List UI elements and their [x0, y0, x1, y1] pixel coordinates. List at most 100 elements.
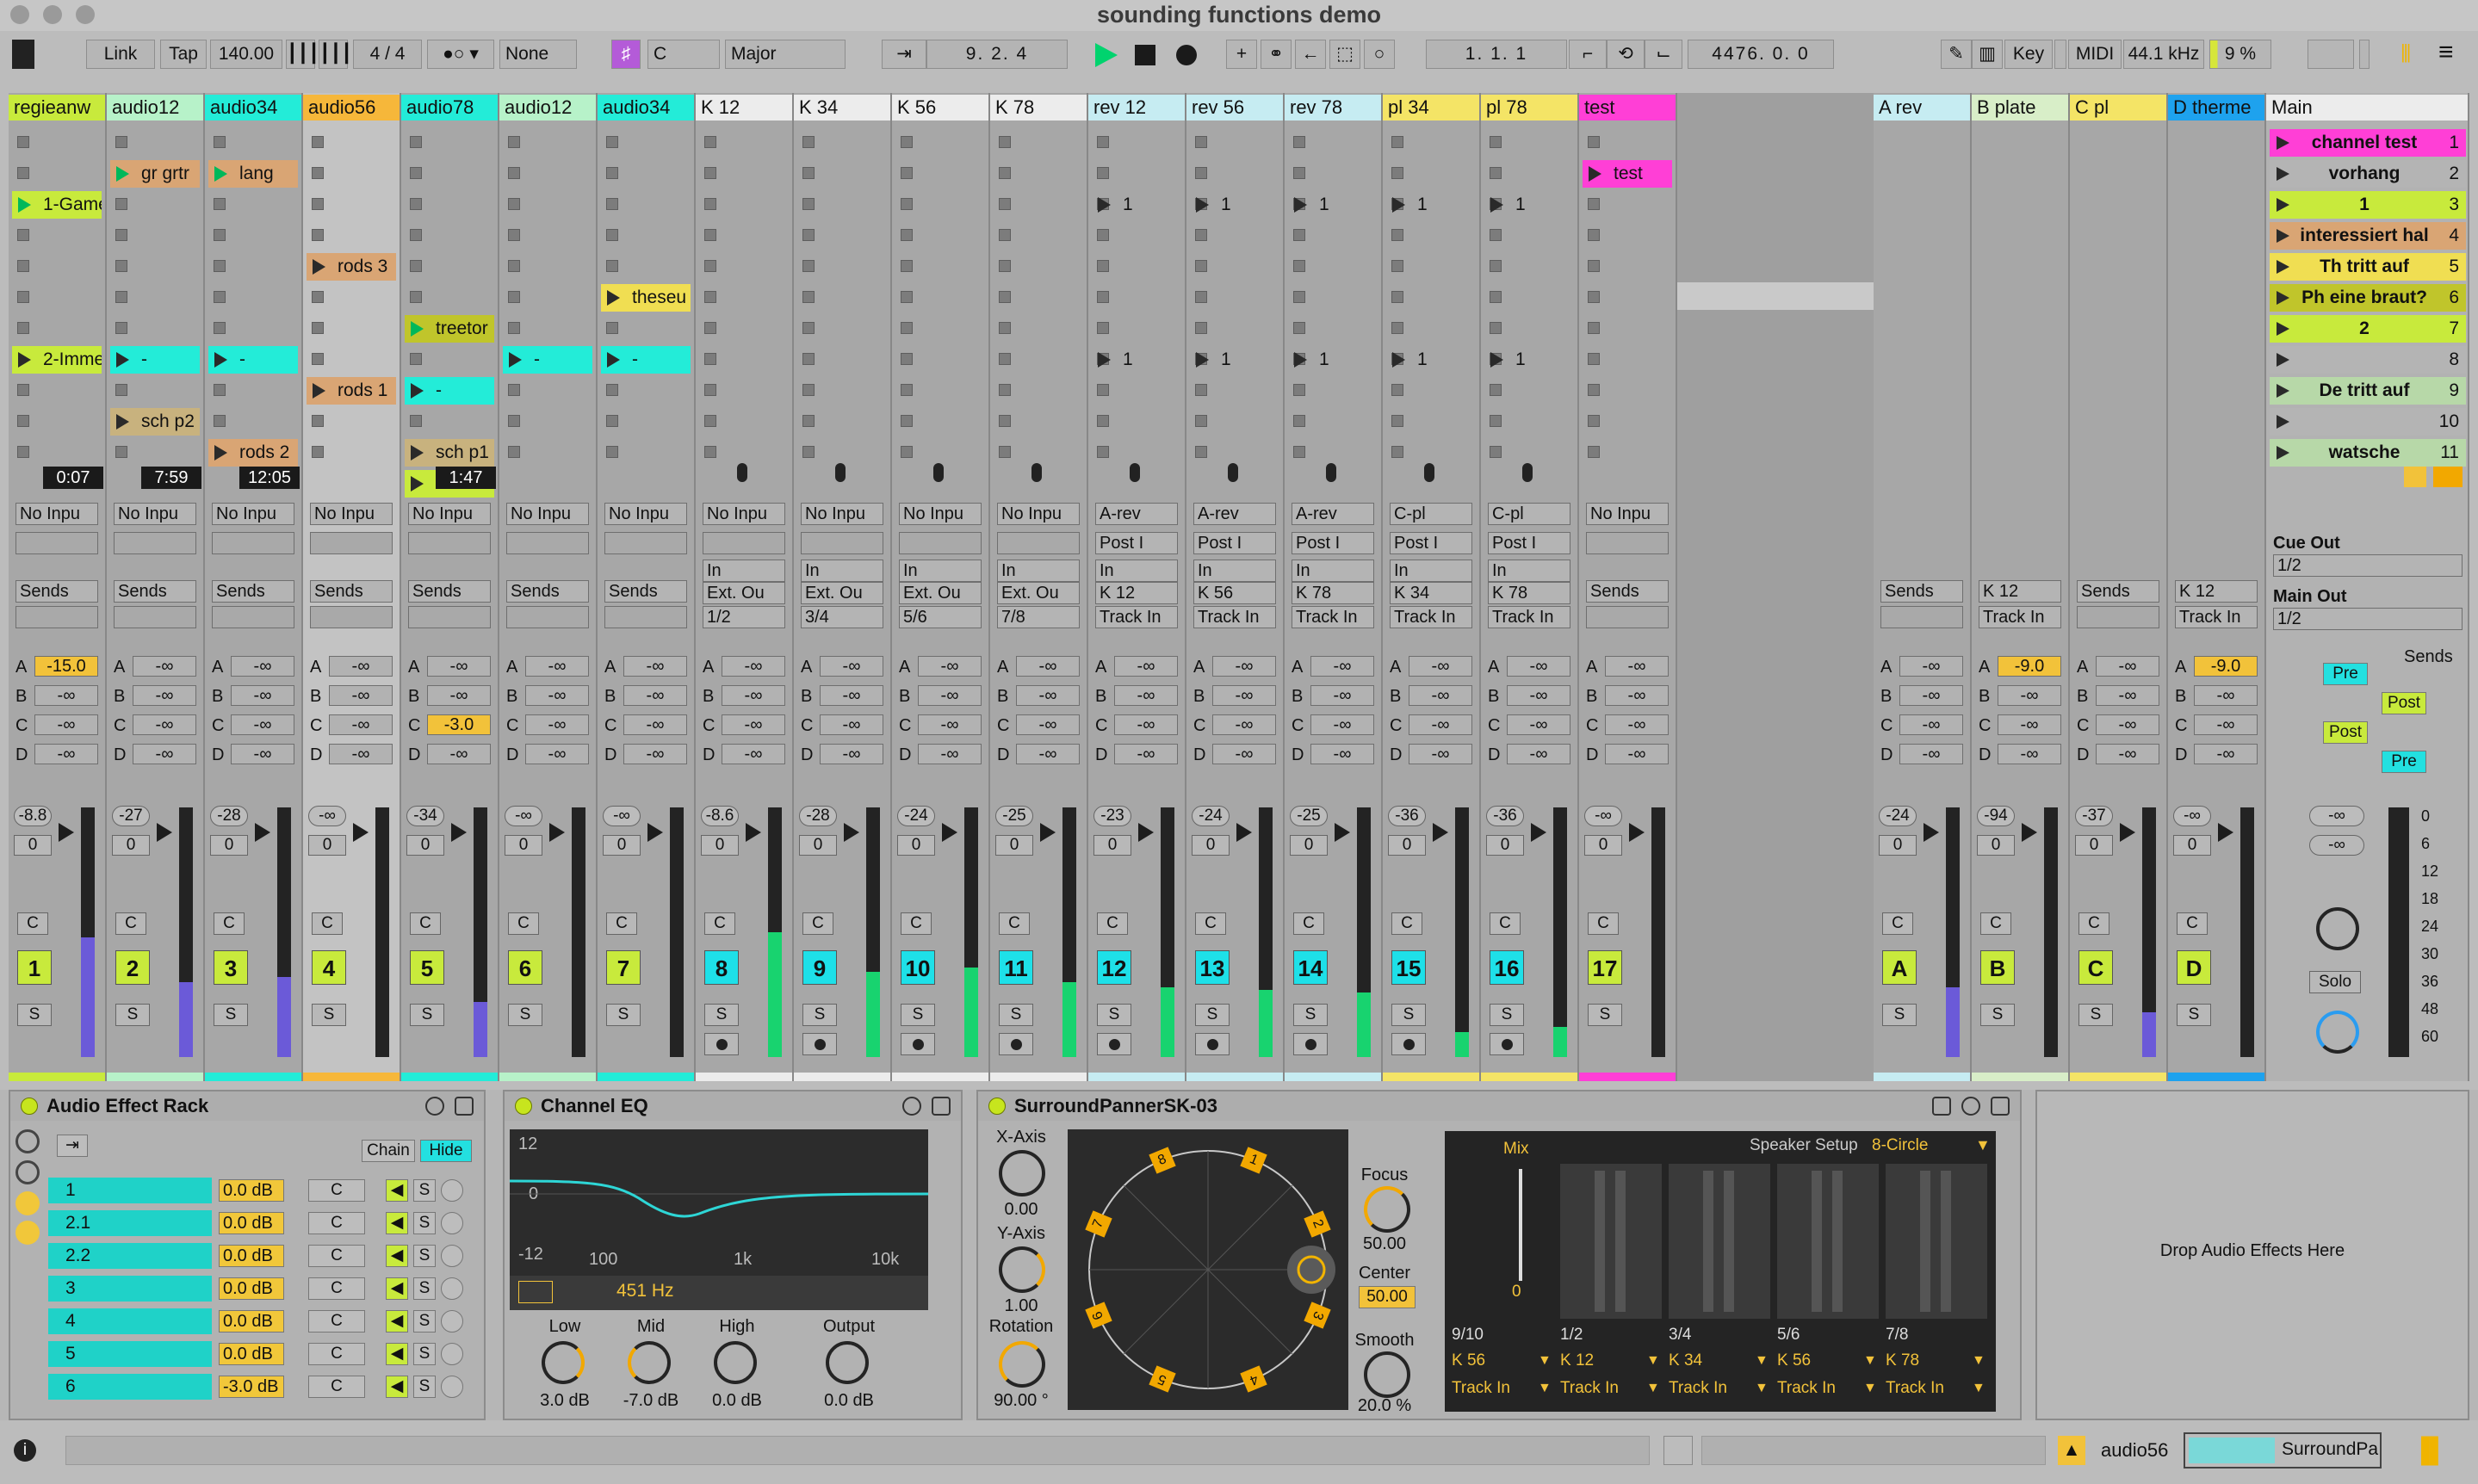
- clip-launch-icon[interactable]: [607, 352, 620, 368]
- clip-launch-icon[interactable]: [607, 290, 620, 306]
- clip-stop-icon[interactable]: [901, 260, 913, 272]
- chain-name[interactable]: 6: [48, 1374, 212, 1400]
- clip-stop-icon[interactable]: [312, 291, 324, 303]
- crossfade-button[interactable]: C: [17, 912, 48, 935]
- input-type-select[interactable]: A-rev: [1095, 503, 1178, 525]
- clip[interactable]: -: [110, 346, 200, 374]
- clip-stop-icon[interactable]: [1391, 291, 1403, 303]
- selected-device-chip[interactable]: SurroundPa: [2184, 1432, 2382, 1469]
- pan-value[interactable]: 0: [1290, 835, 1328, 856]
- scene-row[interactable]: interessiert hal 4: [2270, 222, 2466, 250]
- clip-slot[interactable]: [601, 160, 691, 188]
- track-name[interactable]: audio34: [205, 95, 301, 121]
- pan-value[interactable]: 0: [1584, 835, 1622, 856]
- send-value[interactable]: -∞: [2096, 656, 2159, 677]
- output-channel-select[interactable]: [2077, 606, 2159, 628]
- input-type-select[interactable]: No Inpu: [408, 503, 491, 525]
- output-channel-select[interactable]: [1880, 606, 1963, 628]
- clip-stop-icon[interactable]: [17, 446, 29, 458]
- input-channel-select[interactable]: [997, 532, 1080, 554]
- clip-slot[interactable]: [1386, 439, 1476, 467]
- chain-name[interactable]: 2.2: [48, 1243, 212, 1269]
- metronome-bars-icon[interactable]: ┃┃┃: [286, 40, 319, 69]
- clip-slot[interactable]: [1484, 253, 1574, 281]
- clip-slot[interactable]: [1190, 315, 1279, 343]
- pan-value[interactable]: 0: [701, 835, 739, 856]
- monitor-select[interactable]: In: [1095, 560, 1178, 582]
- send-value[interactable]: -∞: [1114, 714, 1178, 735]
- speaker-target-select[interactable]: K 56: [1777, 1351, 1811, 1370]
- cue-out-select[interactable]: 1/2: [2273, 554, 2463, 577]
- x-axis-knob[interactable]: [999, 1150, 1045, 1196]
- pan-value[interactable]: 0: [308, 835, 346, 856]
- send-value[interactable]: -∞: [820, 656, 883, 677]
- clip-stop-icon[interactable]: [1391, 260, 1403, 272]
- clip-slot[interactable]: [405, 346, 494, 374]
- pan-value[interactable]: 0: [1879, 835, 1917, 856]
- chain-hot-swap-icon[interactable]: [441, 1212, 463, 1234]
- focus-knob[interactable]: [1364, 1186, 1410, 1233]
- clip-stop-icon[interactable]: [999, 136, 1011, 148]
- clip-slot[interactable]: [1092, 129, 1181, 157]
- pan-value[interactable]: 0: [1486, 835, 1524, 856]
- pan-value[interactable]: 0: [2075, 835, 2113, 856]
- output-channel-select[interactable]: 7/8: [997, 606, 1080, 628]
- send-value[interactable]: -∞: [820, 685, 883, 706]
- scene-launch-icon[interactable]: [2277, 291, 2289, 305]
- track-name[interactable]: rev 78: [1285, 95, 1381, 121]
- output-channel-select[interactable]: Track In: [1193, 606, 1276, 628]
- clip-stop-icon[interactable]: [1588, 384, 1600, 396]
- clip-stop-icon[interactable]: [606, 260, 618, 272]
- clip-slot[interactable]: [994, 377, 1083, 405]
- clip-slot[interactable]: [1386, 253, 1476, 281]
- clip-stop-icon[interactable]: [1588, 229, 1600, 241]
- clip-slot[interactable]: [405, 253, 494, 281]
- input-channel-select[interactable]: [703, 532, 785, 554]
- clip-stop-icon[interactable]: [802, 322, 815, 334]
- clip[interactable]: 1: [1484, 346, 1574, 374]
- clip-stop-icon[interactable]: [1588, 353, 1600, 365]
- clip[interactable]: sch p1: [405, 439, 494, 467]
- crossfade-button[interactable]: C: [2078, 912, 2109, 935]
- volume-fader-handle[interactable]: [844, 823, 859, 842]
- arm-button[interactable]: [1195, 1033, 1230, 1055]
- clip-slot[interactable]: [110, 377, 200, 405]
- clip-slot[interactable]: [208, 377, 298, 405]
- input-channel-select[interactable]: [899, 532, 982, 554]
- send-value[interactable]: -∞: [1605, 714, 1669, 735]
- chain-row[interactable]: 5 0.0 dB C ◀ S: [48, 1341, 479, 1367]
- chain-solo-button[interactable]: S: [413, 1310, 436, 1333]
- clip-stop-icon[interactable]: [1391, 136, 1403, 148]
- send-value[interactable]: -∞: [133, 656, 196, 677]
- solo-button[interactable]: S: [1097, 1004, 1131, 1026]
- send-value[interactable]: -∞: [2194, 714, 2258, 735]
- menu-icon[interactable]: ≡: [2438, 40, 2464, 65]
- clip-slot[interactable]: [699, 222, 789, 250]
- device-power-icon[interactable]: [21, 1098, 38, 1115]
- crossfade-button[interactable]: C: [115, 912, 146, 935]
- hot-swap-icon[interactable]: [1961, 1097, 1980, 1116]
- rack-chain-list-icon[interactable]: [15, 1160, 40, 1184]
- send-value[interactable]: -∞: [1899, 714, 1963, 735]
- send-value[interactable]: -∞: [427, 656, 491, 677]
- clip-stop-icon[interactable]: [1391, 167, 1403, 179]
- pan-value[interactable]: 0: [897, 835, 935, 856]
- input-channel-select[interactable]: [212, 532, 294, 554]
- clip-slot[interactable]: [699, 315, 789, 343]
- key-map-button[interactable]: Key: [2004, 40, 2053, 69]
- cue-volume-knob[interactable]: [2316, 907, 2359, 950]
- send-value[interactable]: -∞: [329, 714, 393, 735]
- send-value[interactable]: -∞: [1507, 714, 1570, 735]
- clip[interactable]: rods 3: [307, 253, 396, 281]
- track-name[interactable]: audio12: [499, 95, 596, 121]
- nudge-icon[interactable]: ┃┃┃: [319, 40, 352, 69]
- clip-slot[interactable]: [895, 408, 985, 436]
- volume-value[interactable]: -24: [897, 806, 935, 826]
- input-channel-select[interactable]: [310, 532, 393, 554]
- send-value[interactable]: -∞: [2096, 714, 2159, 735]
- volume-value[interactable]: -37: [2075, 806, 2113, 826]
- pan-value[interactable]: 0: [799, 835, 837, 856]
- solo-button[interactable]: S: [704, 1004, 739, 1026]
- send-value[interactable]: -∞: [1212, 656, 1276, 677]
- clip-slot[interactable]: [601, 222, 691, 250]
